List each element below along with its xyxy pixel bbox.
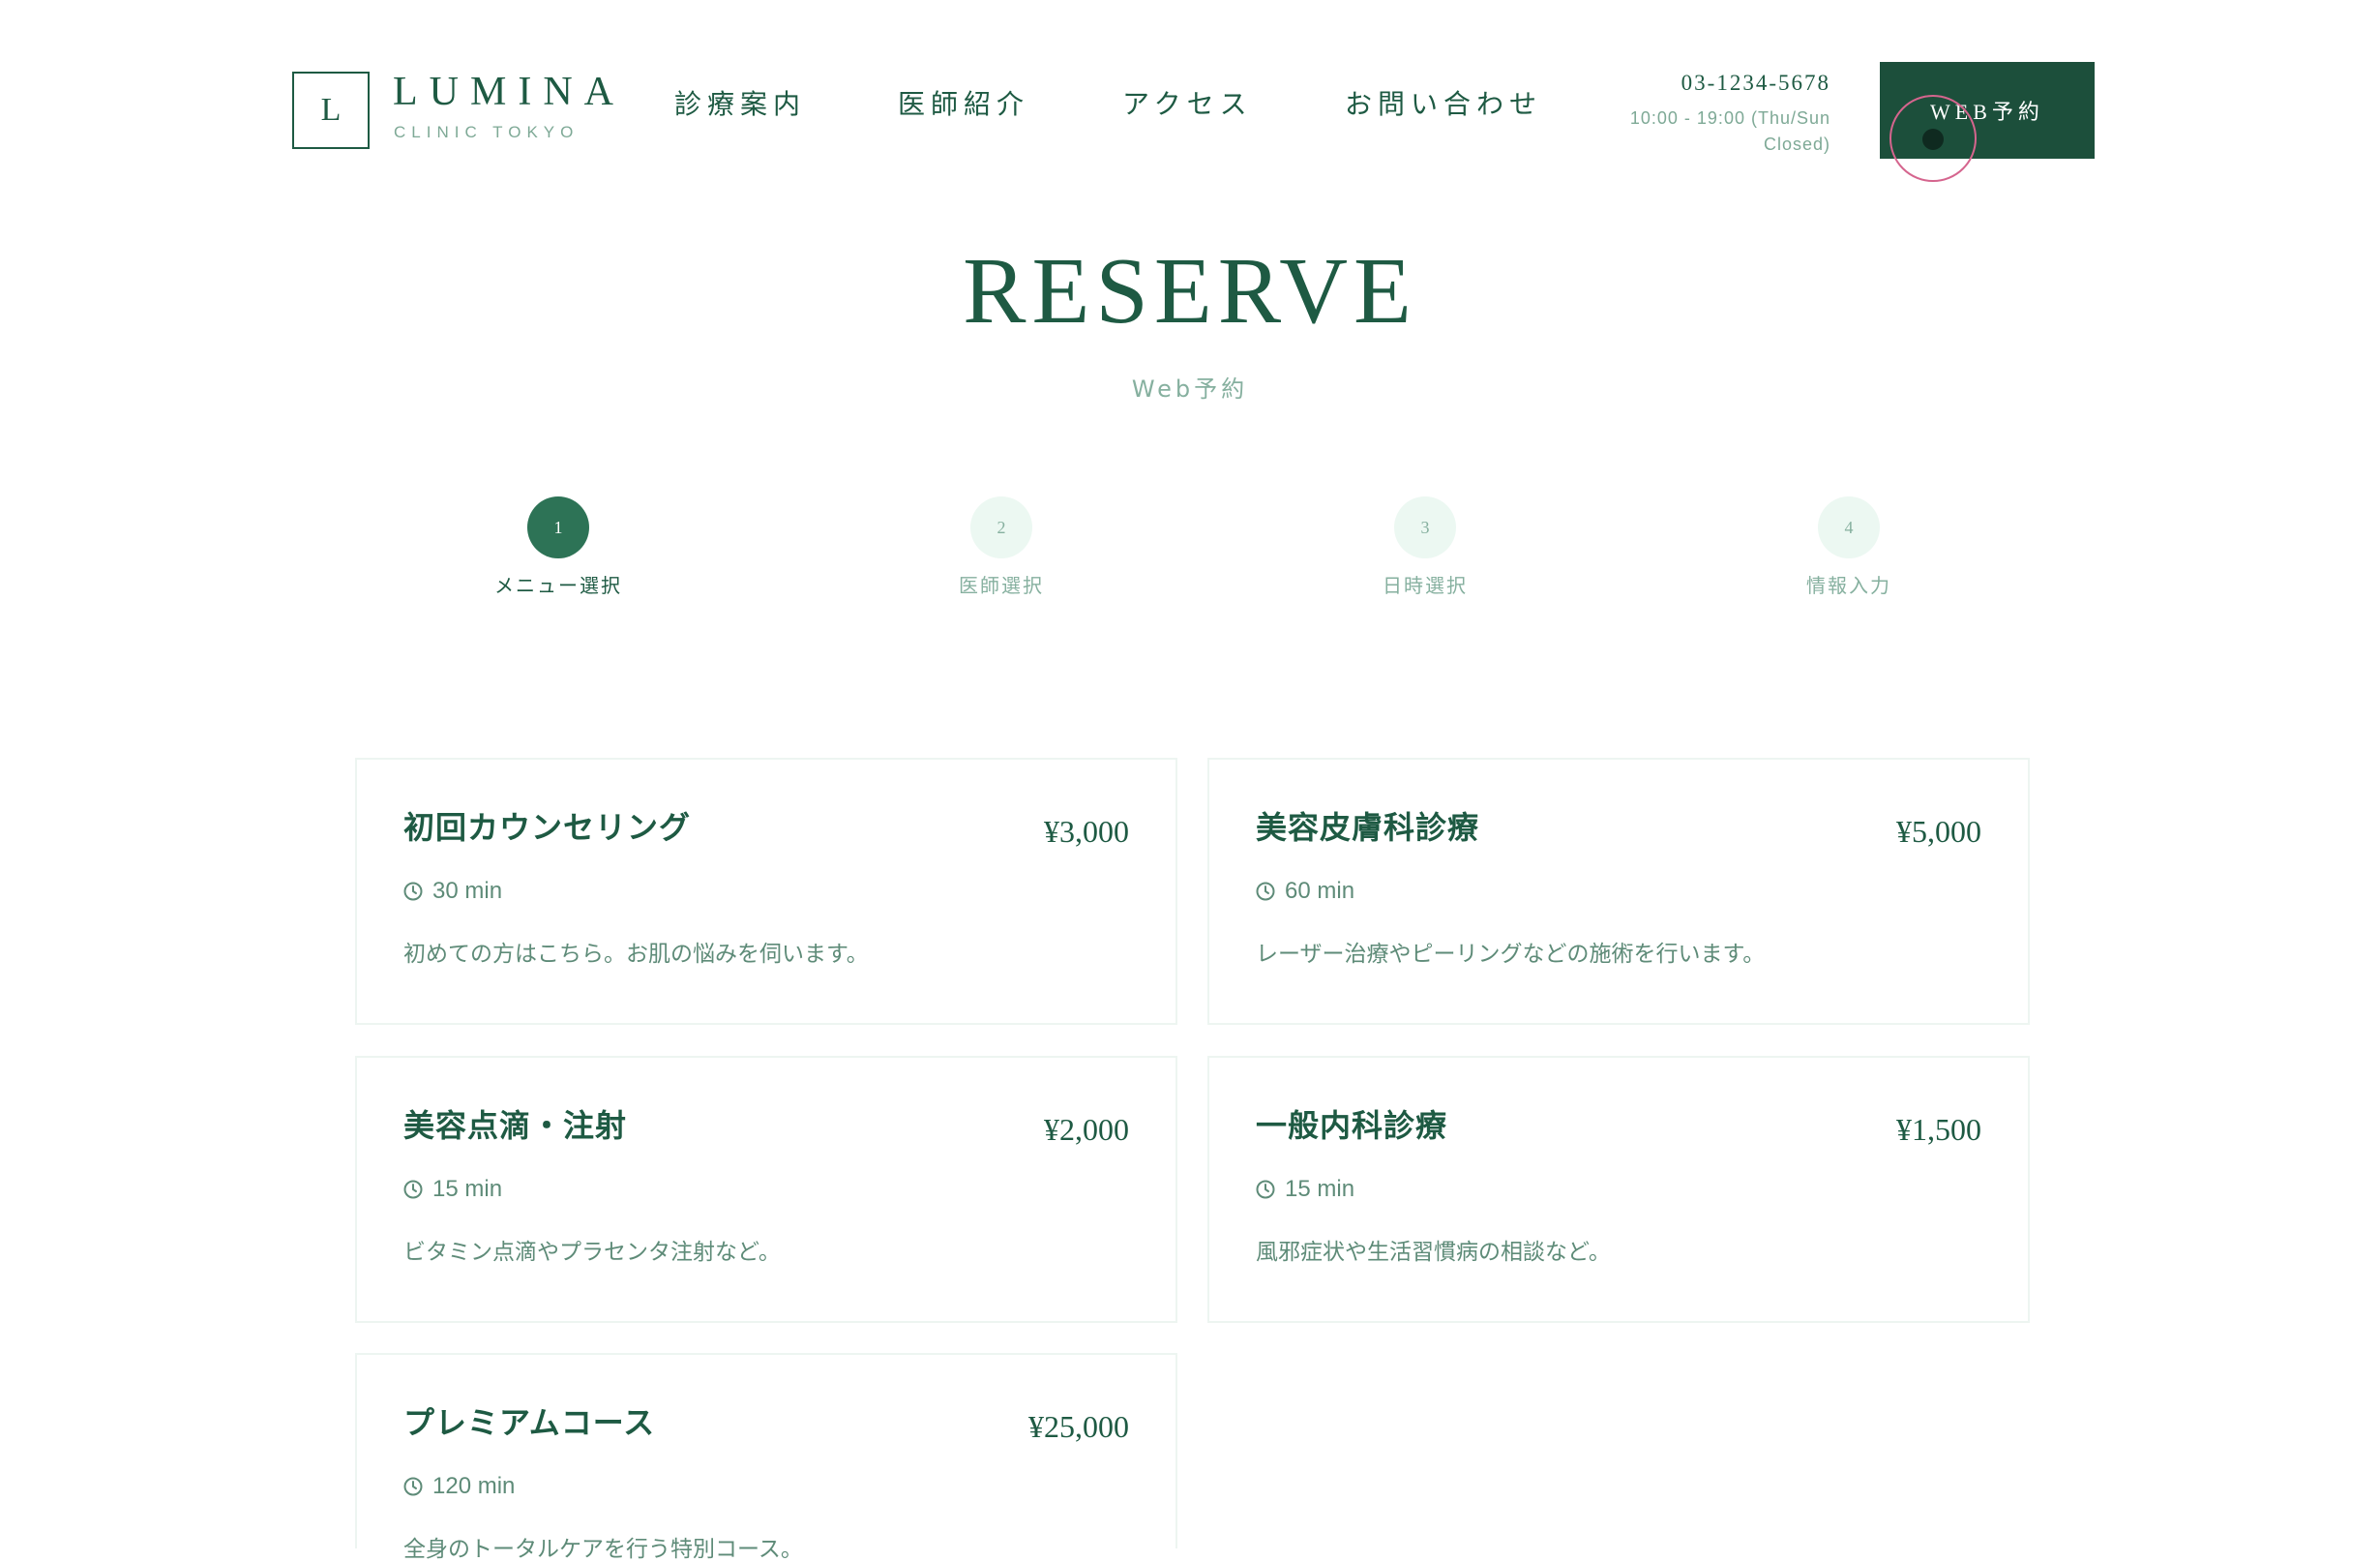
menu-duration-text: 15 min	[1285, 1176, 1355, 1202]
clock-icon	[403, 1477, 423, 1496]
menu-card-premium-course[interactable]: プレミアムコース ¥25,000 120 min 全身のトータルケアを行う特別コ…	[355, 1353, 1177, 1561]
menu-duration: 120 min	[403, 1475, 515, 1498]
menu-name: 美容点滴・注射	[403, 1107, 628, 1144]
clock-icon	[1256, 882, 1275, 901]
menu-duration: 15 min	[403, 1178, 502, 1201]
page-subtitle: Web予約	[1131, 375, 1249, 403]
menu-duration: 15 min	[1256, 1178, 1354, 1201]
step-label: 情報入力	[1806, 574, 1891, 597]
menu-description: 初めての方はこちら。お肌の悩みを伺います。	[403, 942, 869, 967]
menu-name: 美容皮膚科診療	[1256, 809, 1480, 846]
step-menu: 1 メニュー選択	[442, 496, 674, 595]
contact-info: 03-1234-5678 10:00 - 19:00 (Thu/Sun Clos…	[1579, 72, 1830, 158]
menu-description: レーザー治療やピーリングなどの施術を行います。	[1256, 942, 1766, 967]
menu-price: ¥3,000	[1044, 814, 1129, 849]
opening-hours: 10:00 - 19:00 (Thu/Sun Closed)	[1579, 105, 1830, 158]
step-label: 医師選択	[959, 574, 1044, 597]
nav-item-contact[interactable]: お問い合わせ	[1345, 91, 1542, 118]
nav-item-services[interactable]: 診療案内	[674, 91, 806, 118]
menu-card-initial-counseling[interactable]: 初回カウンセリング ¥3,000 30 min 初めての方はこちら。お肌の悩みを…	[355, 758, 1177, 1025]
step-label: 日時選択	[1383, 574, 1468, 597]
opening-hours-line2: Closed)	[1763, 135, 1830, 154]
menu-card-internal-medicine[interactable]: 一般内科診療 ¥1,500 15 min 風邪症状や生活習慣病の相談など。	[1207, 1056, 2030, 1323]
menu-price: ¥25,000	[1028, 1409, 1129, 1444]
menu-description: ビタミン点滴やプラセンタ注射など。	[403, 1240, 781, 1265]
step-label: メニュー選択	[494, 574, 622, 597]
step-number: 4	[1818, 496, 1880, 558]
clock-icon	[403, 1180, 423, 1199]
menu-duration-text: 120 min	[432, 1473, 516, 1499]
logo-mark[interactable]: L	[292, 72, 370, 149]
opening-hours-line1: 10:00 - 19:00 (Thu/Sun	[1629, 108, 1830, 128]
web-reserve-button[interactable]: WEB予約	[1880, 62, 2095, 159]
menu-name: 初回カウンセリング	[403, 809, 692, 846]
menu-price: ¥1,500	[1896, 1112, 1981, 1147]
logo-subtitle: CLINIC TOKYO	[394, 123, 580, 141]
menu-duration: 30 min	[403, 880, 502, 903]
step-number: 3	[1394, 496, 1456, 558]
menu-duration-text: 60 min	[1285, 878, 1355, 904]
site-header: L LUMINA CLINIC TOKYO 診療案内 医師紹介 アクセス お問い…	[0, 0, 2380, 194]
step-number: 2	[970, 496, 1032, 558]
phone-number[interactable]: 03-1234-5678	[1579, 72, 1830, 94]
page-title: RESERVE	[963, 239, 1417, 344]
step-info: 4 情報入力	[1733, 496, 1965, 595]
menu-description: 風邪症状や生活習慣病の相談など。	[1256, 1240, 1611, 1265]
clock-icon	[403, 882, 423, 901]
menu-price: ¥2,000	[1044, 1112, 1129, 1147]
menu-name: プレミアムコース	[403, 1404, 656, 1441]
nav-item-access[interactable]: アクセス	[1122, 91, 1253, 118]
menu-duration-text: 15 min	[432, 1176, 503, 1202]
menu-duration-text: 30 min	[432, 878, 503, 904]
menu-price: ¥5,000	[1896, 814, 1981, 849]
clock-icon	[1256, 1180, 1275, 1199]
step-datetime: 3 日時選択	[1309, 496, 1541, 595]
menu-card-cosmetic-dermatology[interactable]: 美容皮膚科診療 ¥5,000 60 min レーザー治療やピーリングなどの施術を…	[1207, 758, 2030, 1025]
step-doctor: 2 医師選択	[885, 496, 1117, 595]
step-number: 1	[527, 496, 589, 558]
menu-name: 一般内科診療	[1256, 1107, 1448, 1144]
menu-description: 全身のトータルケアを行う特別コース。	[403, 1537, 803, 1562]
logo-name[interactable]: LUMINA	[393, 72, 625, 112]
nav-item-doctors[interactable]: 医師紹介	[898, 91, 1029, 118]
menu-duration: 60 min	[1256, 880, 1354, 903]
menu-card-iv-injection[interactable]: 美容点滴・注射 ¥2,000 15 min ビタミン点滴やプラセンタ注射など。	[355, 1056, 1177, 1323]
